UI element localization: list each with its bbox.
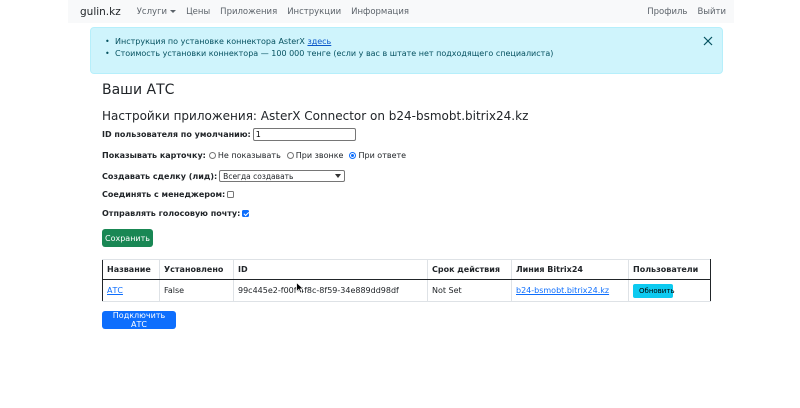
instructions-link[interactable]: здесь <box>307 37 331 46</box>
save-button[interactable]: Сохранить <box>102 229 153 247</box>
cell-id: 99c445e2-f00f-4f8c-8f59-34e889dd98df <box>233 279 428 302</box>
create-deal-select[interactable]: Всегда создавать <box>219 170 346 182</box>
col-installed: Установлено <box>159 259 234 280</box>
show-card-label: Показывать карточку: <box>102 151 206 160</box>
col-users: Пользователи <box>628 259 711 280</box>
page-title: Ваши АТС <box>102 82 175 98</box>
user-id-input[interactable] <box>252 128 356 141</box>
cell-name: АТС <box>102 279 160 302</box>
create-deal-row: Создавать сделку (лид): Всегда создавать <box>102 170 346 182</box>
connect-manager-label: Соединять с менеджером: <box>102 190 226 199</box>
nav-right: Профиль Выйти <box>647 7 726 17</box>
table-row: АТС False 99c445e2-f00f-4f8c-8f59-34e889… <box>102 279 711 302</box>
nav-prices[interactable]: Цены <box>186 7 210 17</box>
nav-logout[interactable]: Выйти <box>697 7 726 17</box>
mouse-cursor-icon <box>296 282 305 294</box>
nav-links: Услуги Цены Приложения Инструкции Информ… <box>137 7 409 17</box>
connect-manager-row: Соединять с менеджером: <box>102 190 235 199</box>
radio-dot <box>208 152 216 159</box>
send-voicemail-row: Отправлять голосовую почту: <box>102 209 250 218</box>
connect-manager-checkbox[interactable] <box>227 191 235 198</box>
create-deal-selected: Всегда создавать <box>223 171 294 181</box>
nav-services-dropdown[interactable]: Услуги <box>136 6 177 17</box>
send-voicemail-label: Отправлять голосовую почту: <box>102 209 241 218</box>
alert-item-price: Стоимость установки коннектора — 100 000… <box>105 48 553 60</box>
navbar: gulin.kz Услуги Цены Приложения Инструкц… <box>68 0 734 23</box>
cell-line: b24-bsmobt.bitrix24.kz <box>511 279 629 302</box>
close-icon[interactable] <box>702 35 714 47</box>
radio-on-call[interactable]: При звонке <box>286 151 343 160</box>
nav-apps[interactable]: Приложения <box>220 7 277 17</box>
col-id: ID <box>233 259 428 280</box>
nav-info[interactable]: Информация <box>351 7 409 17</box>
radio-on-answer[interactable]: При ответе <box>349 151 406 160</box>
pbx-table: Название Установлено ID Срок действия Ли… <box>102 259 711 302</box>
cell-users: Обновить <box>628 279 711 302</box>
table-header-row: Название Установлено ID Срок действия Ли… <box>102 259 711 280</box>
radio-dot <box>286 152 294 159</box>
create-deal-label: Создавать сделку (лид): <box>102 171 218 181</box>
chevron-down-icon <box>335 174 342 178</box>
cell-installed: False <box>159 279 234 302</box>
col-expiry: Срок действия <box>427 259 512 280</box>
connect-pbx-button[interactable]: Подключить АТС <box>102 311 176 329</box>
info-alert: Инструкция по установке коннектора Aster… <box>90 27 723 74</box>
nav-services-label: Услуги <box>136 6 168 17</box>
col-line: Линия Bitrix24 <box>511 259 629 280</box>
user-id-row: ID пользователя по умолчанию: <box>102 128 356 141</box>
refresh-users-button[interactable]: Обновить <box>633 283 675 298</box>
section-title: Настройки приложения: AsterX Connector o… <box>102 109 529 123</box>
pbx-name-link[interactable]: АТС <box>107 286 123 295</box>
radio-hide-card[interactable]: Не показывать <box>208 151 281 160</box>
brand-link[interactable]: gulin.kz <box>80 6 121 18</box>
nav-profile[interactable]: Профиль <box>647 7 687 17</box>
show-card-row: Показывать карточку: Не показывать При з… <box>102 151 406 160</box>
nav-instructions[interactable]: Инструкции <box>287 7 341 17</box>
col-name: Название <box>102 259 160 280</box>
send-voicemail-checkbox[interactable] <box>242 210 250 217</box>
radio-dot-selected <box>349 152 357 159</box>
caret-down-icon <box>170 9 177 13</box>
alert-item-instructions: Инструкция по установке коннектора Aster… <box>105 36 553 48</box>
cell-expiry: Not Set <box>427 279 512 302</box>
bitrix-line-link[interactable]: b24-bsmobt.bitrix24.kz <box>516 286 609 295</box>
user-id-label: ID пользователя по умолчанию: <box>102 130 251 139</box>
alert-list: Инструкция по установке коннектора Aster… <box>105 36 553 60</box>
